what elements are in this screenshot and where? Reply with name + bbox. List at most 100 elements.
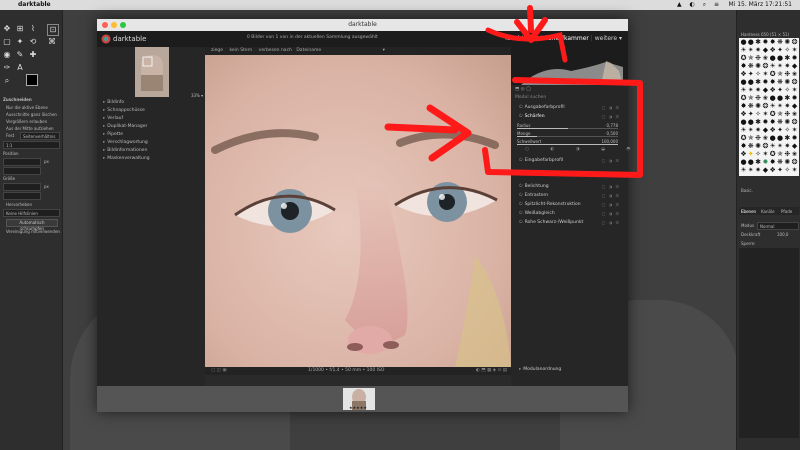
brush-preset-icon[interactable]: ✸ [740,63,747,70]
brush-preset-icon[interactable]: ✶ [791,127,798,134]
path-tool-icon[interactable]: ✑ [2,63,12,73]
brush-preset-icon[interactable]: ✱ [784,135,791,142]
brush-preset-icon[interactable]: ✸ [740,103,747,110]
brush-preset-icon[interactable]: ❖ [769,127,776,134]
brush-preset-icon[interactable]: ✺ [755,103,762,110]
brush-preset-icon[interactable]: ✹ [762,39,769,46]
brush-preset-icon[interactable]: ● [747,79,754,86]
module-output-color-profile[interactable]: ⏻ Ausgabefarbprofil [519,104,565,110]
module-sharpen[interactable]: ⏻ Schärfen [519,113,545,119]
brush-preset-icon[interactable]: ✹ [791,95,798,102]
bucket-fill-tool-icon[interactable]: ◉ [2,50,12,60]
brush-preset-icon[interactable]: ✸ [740,143,747,150]
brush-preset-icon[interactable]: ✸ [769,79,776,86]
brush-preset-icon[interactable]: ◆ [762,127,769,134]
brush-preset-icon[interactable]: ❋ [777,79,784,86]
view-darkroom[interactable]: dunkelkammer [544,35,589,42]
brush-preset-icon[interactable]: ✺ [784,119,791,126]
brush-preset-icon[interactable]: ✺ [755,63,762,70]
brush-preset-icon[interactable]: ☀ [740,127,747,134]
brush-preset-icon[interactable]: ❂ [762,143,769,150]
tab-layers[interactable]: Ebenen [741,209,756,214]
brush-preset-icon[interactable]: ✬ [791,71,798,78]
toolbar-item-3[interactable]: verbesen nach [259,48,292,53]
brush-preset-icon[interactable]: ✪ [769,71,776,78]
opacity-value[interactable]: 100,0 [777,232,788,237]
module-actions-icons[interactable]: ▢ ◑ ☰ [602,220,620,225]
brush-preset-icon[interactable]: ● [777,55,784,62]
brush-preset-icon[interactable]: ✺ [784,79,791,86]
toolbar-item-2[interactable]: kein Stern [229,48,252,53]
brush-preset-icon[interactable]: ✱ [784,95,791,102]
brush-preset-icon[interactable]: ❖ [769,167,776,174]
brush-preset-icon[interactable]: ✱ [755,159,762,166]
brush-preset-icon[interactable]: ✶ [762,151,769,158]
warp-tool-icon[interactable]: ⌘ [47,37,57,47]
module-demosaic[interactable]: ⏻ Entrastern [519,192,548,198]
module-input-color-profile[interactable]: ⏻ Eingabefarbprofil [519,157,563,163]
brush-preset-icon[interactable]: ✶ [762,111,769,118]
brush-preset-icon[interactable]: ✧ [784,87,791,94]
brush-preset-icon[interactable]: ☀ [740,167,747,174]
foreground-color-swatch[interactable] [26,74,38,86]
brush-preset-icon[interactable]: ✦ [777,47,784,54]
brush-preset-icon[interactable]: ❉ [784,111,791,118]
brush-preset-icon[interactable]: ✬ [762,55,769,62]
brush-preset-icon[interactable]: ● [740,79,747,86]
module-arrangement[interactable]: ▸ Modulanordnung [519,367,561,372]
filmstrip-stars[interactable]: ★★★★★ [349,405,367,410]
zoom-tool-icon[interactable]: ⌕ [2,76,12,86]
position-x-field[interactable] [3,158,41,166]
tool-option-2[interactable]: Ausschnitte ganz löschen [6,112,57,117]
brush-preset-icon[interactable]: ✱ [755,119,762,126]
brush-preset-icon[interactable]: ☀ [769,103,776,110]
position-unit[interactable]: px [44,159,49,164]
paintbrush-tool-icon[interactable]: ✎ [15,50,25,60]
brush-preset-icon[interactable]: ❉ [784,71,791,78]
guides-dropdown[interactable]: Keine Hilfslinien [3,209,60,217]
align-tool-icon[interactable]: ⊞ [15,24,25,34]
brush-preset-icon[interactable]: ☀ [740,47,747,54]
brush-preset-icon[interactable]: ✦ [777,87,784,94]
brush-preset-icon[interactable]: ✶ [791,47,798,54]
brush-preset-icon[interactable]: ✹ [762,159,769,166]
brush-preset-icon[interactable]: ● [747,159,754,166]
brush-preset-icon[interactable]: ✱ [755,39,762,46]
brush-preset-icon[interactable]: ● [769,95,776,102]
brush-preset-icon[interactable]: ✸ [769,159,776,166]
brush-preset-icon[interactable]: ● [769,135,776,142]
brush-preset-icon[interactable]: ◆ [791,143,798,150]
brush-preset-icon[interactable]: ✴ [747,47,754,54]
brush-preset-icon[interactable]: ✪ [769,151,776,158]
brush-preset-icon[interactable]: ✷ [755,127,762,134]
brush-preset-icon[interactable]: ❉ [755,55,762,62]
module-exposure[interactable]: ⏻ Belichtung [519,183,549,189]
menubar-app-name[interactable]: darktable [18,0,51,10]
brush-preset-icon[interactable]: ✹ [762,119,769,126]
brush-preset-icon[interactable]: ✪ [740,135,747,142]
left-module-mask-manager[interactable]: ▸ Maskenverwaltung [103,156,150,161]
size-h-field[interactable] [3,192,41,200]
free-select-tool-icon[interactable]: ⌇ [28,24,38,34]
brush-preset-icon[interactable]: ❉ [784,151,791,158]
brush-preset-icon[interactable]: ✸ [769,119,776,126]
menubar-clock[interactable]: Mi 15. März 17:21:51 [728,0,792,10]
view-more[interactable]: weitere [595,35,617,42]
toolbar-item-1[interactable]: ziege [211,48,223,53]
brush-preset-icon[interactable]: ✧ [784,47,791,54]
brush-preset-icon[interactable]: ❋ [747,143,754,150]
module-group-tabs[interactable]: ⬒ ◎ ◯ [515,87,531,92]
layers-list[interactable] [739,248,799,438]
brush-preset-icon[interactable]: ✪ [740,95,747,102]
brush-preset-icon[interactable]: ❖ [740,111,747,118]
brush-preset-icon[interactable]: ● [769,55,776,62]
size-w-field[interactable] [3,183,41,191]
left-module-tagging[interactable]: ▸ Verschlagwortung [103,140,148,145]
sharpen-threshold-slider[interactable]: Schwellwert 100,000 [517,139,618,145]
brush-preset-icon[interactable]: ✧ [755,151,762,158]
brush-preset-icon[interactable]: ✷ [784,143,791,150]
left-module-history[interactable]: ▸ Verlauf [103,116,123,121]
brush-preset-icon[interactable]: ✬ [791,151,798,158]
blend-mode-icons[interactable]: ○ ◐ ◑ ◒ ◓ [525,147,640,152]
brush-preset-icon[interactable]: ✷ [755,167,762,174]
